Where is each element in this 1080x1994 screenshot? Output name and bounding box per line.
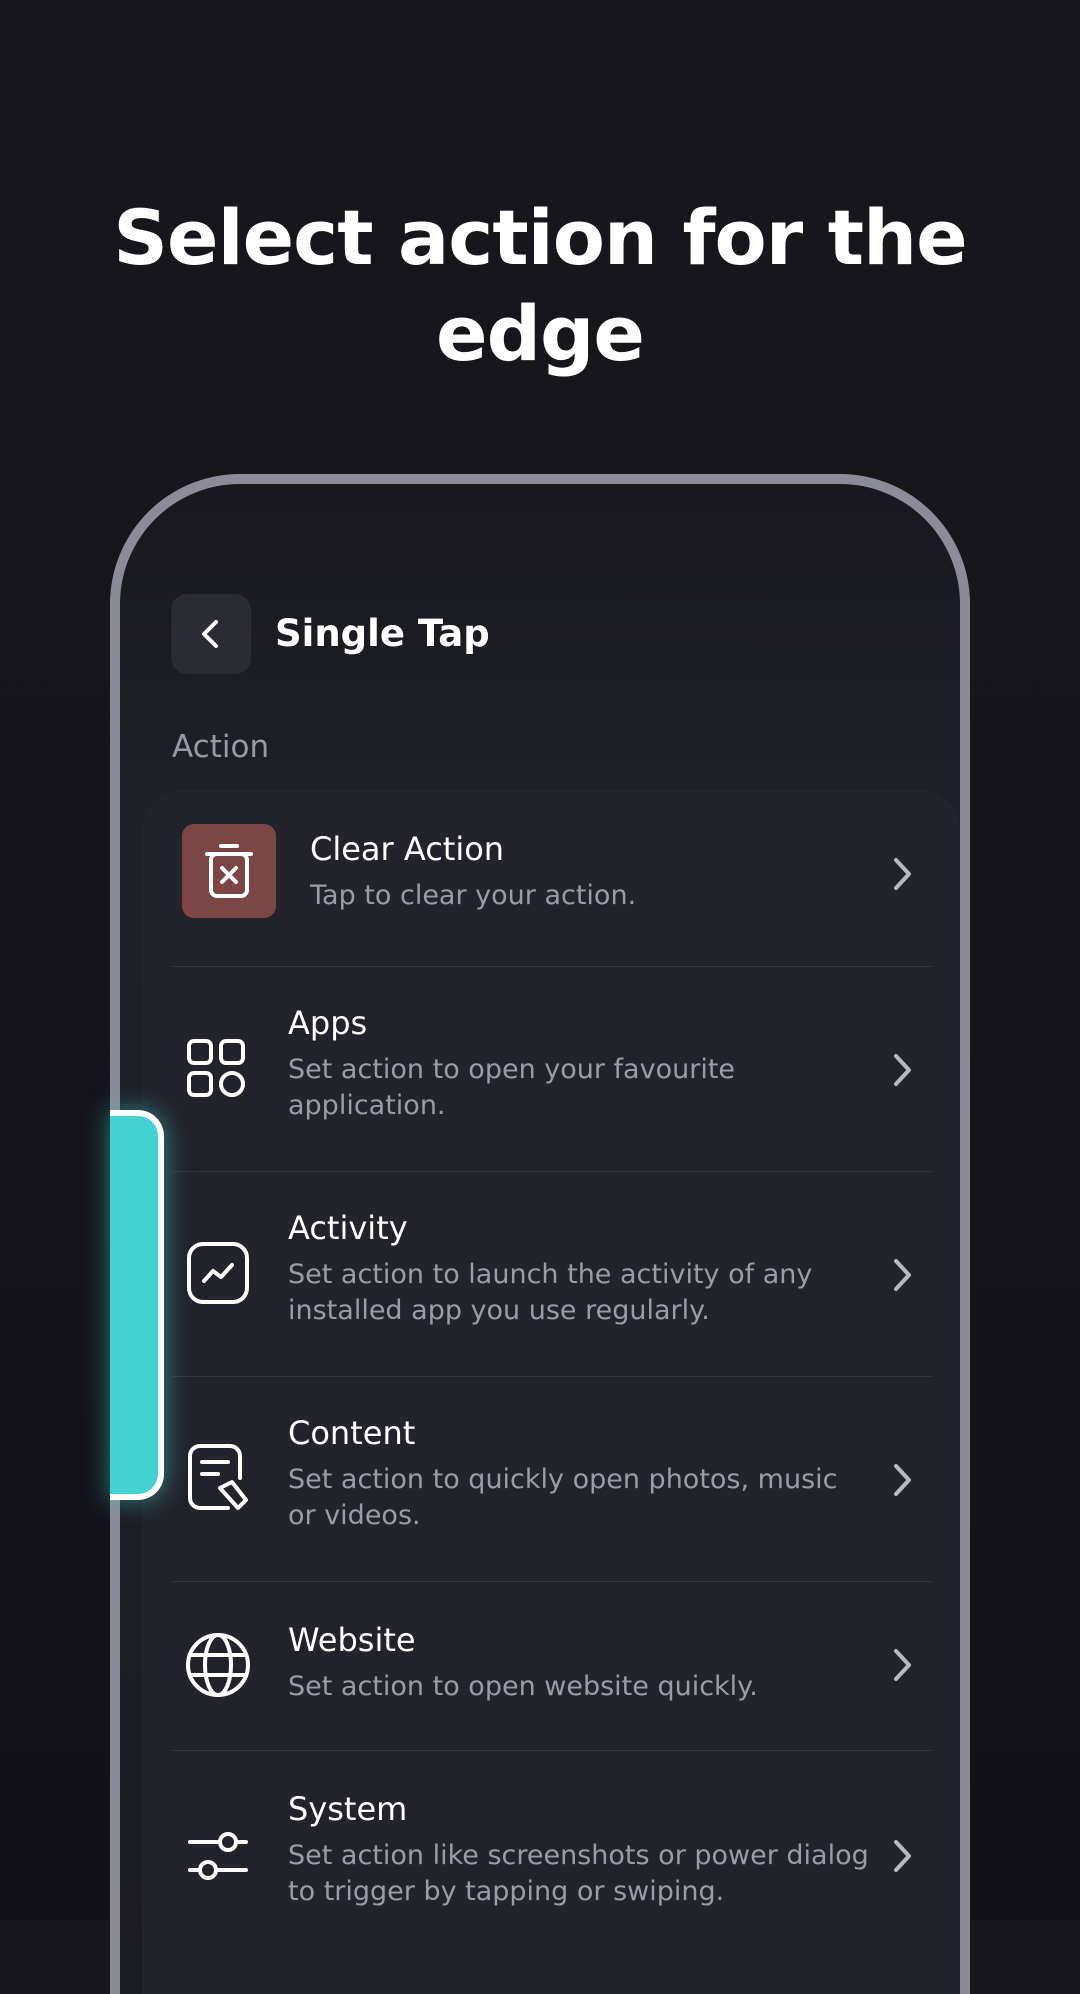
sliders-icon bbox=[188, 1832, 248, 1880]
action-item-content[interactable]: Content Set action to quickly open photo… bbox=[172, 1376, 932, 1582]
back-button[interactable] bbox=[171, 594, 251, 674]
chevron-right-icon bbox=[894, 1649, 911, 1681]
phone-mockup: Single Tap Action Clear Action Tap to cl… bbox=[110, 474, 970, 1994]
action-description: Set action to open website quickly. bbox=[288, 1671, 758, 1702]
trash-x-icon bbox=[205, 844, 253, 898]
activity-chart-icon bbox=[187, 1242, 249, 1304]
apps-grid-icon bbox=[187, 1039, 245, 1097]
chevron-right-icon bbox=[894, 1840, 911, 1872]
action-title: System bbox=[288, 1790, 408, 1828]
page-headline: Select action for the edge bbox=[113, 193, 967, 378]
action-title: Clear Action bbox=[310, 830, 505, 868]
action-title: Content bbox=[288, 1414, 416, 1452]
action-description: Set action to open your favourite applic… bbox=[288, 1054, 736, 1121]
section-label-action: Action bbox=[172, 729, 270, 765]
action-title: Website bbox=[288, 1621, 416, 1659]
action-description: Set action like screenshots or power dia… bbox=[288, 1840, 869, 1907]
chevron-right-icon bbox=[894, 1259, 911, 1291]
action-description: Set action to quickly open photos, music… bbox=[288, 1464, 838, 1531]
action-description: Set action to launch the activity of any… bbox=[288, 1259, 813, 1326]
action-item-system[interactable]: System Set action like screenshots or po… bbox=[172, 1750, 932, 1950]
content-document-icon bbox=[188, 1444, 248, 1510]
action-item-activity[interactable]: Activity Set action to launch the activi… bbox=[172, 1171, 932, 1377]
clear-action-icon-bg bbox=[182, 824, 276, 918]
chevron-left-icon bbox=[202, 620, 218, 648]
action-item-clear[interactable]: Clear Action Tap to clear your action. bbox=[172, 790, 932, 967]
action-item-website[interactable]: Website Set action to open website quick… bbox=[172, 1581, 932, 1751]
action-item-apps[interactable]: Apps Set action to open your favourite a… bbox=[172, 966, 932, 1172]
globe-icon bbox=[186, 1633, 250, 1697]
screen-title: Single Tap bbox=[275, 612, 490, 655]
action-description: Tap to clear your action. bbox=[310, 880, 637, 911]
action-title: Apps bbox=[288, 1004, 368, 1042]
chevron-right-icon bbox=[894, 1054, 911, 1086]
action-title: Activity bbox=[288, 1209, 408, 1247]
action-list-card: Clear Action Tap to clear your action. A… bbox=[142, 790, 960, 1994]
chevron-right-icon bbox=[894, 1464, 911, 1496]
edge-handle[interactable] bbox=[110, 1110, 164, 1500]
chevron-right-icon bbox=[894, 858, 911, 890]
